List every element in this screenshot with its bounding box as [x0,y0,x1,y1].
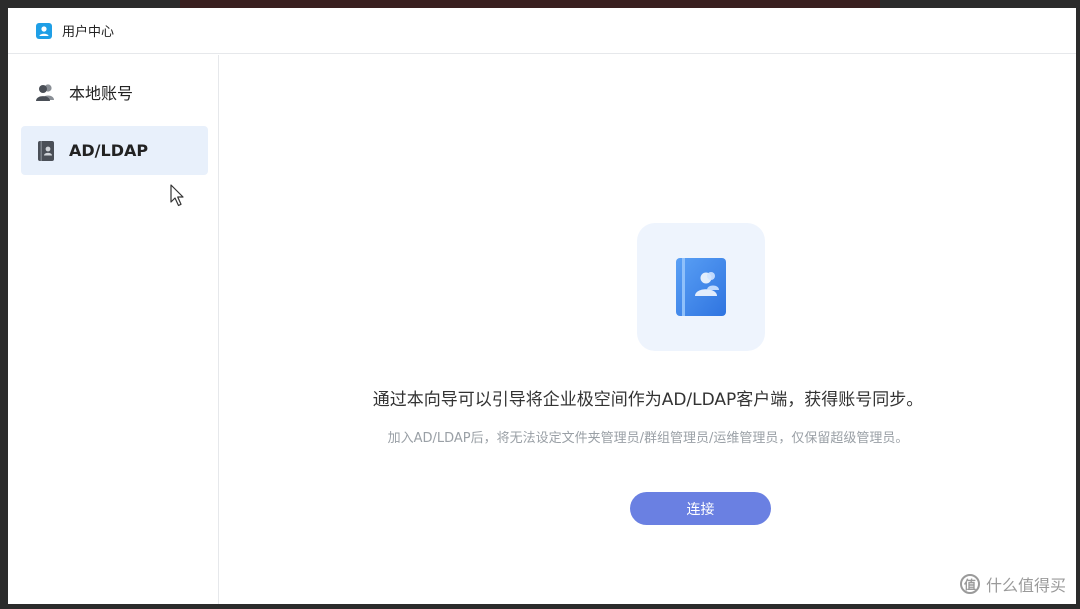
sidebar-item-label: 本地账号 [69,83,134,103]
user-center-icon [36,22,52,39]
watermark: 值 什么值得买 [959,572,1066,596]
ad-ldap-description: 通过本向导可以引导将企业极空间作为AD/LDAP客户端，获得账号同步。 [372,390,924,410]
sidebar-item-label: AD/LDAP [69,141,149,160]
sidebar: 本地账号 AD/LDAP [8,55,219,604]
mouse-pointer-icon [170,184,184,207]
sidebar-item-local-accounts[interactable]: 本地账号 [21,67,208,116]
watermark-text: 什么值得买 [985,576,1066,595]
watermark-badge-icon: 值 [959,574,980,594]
ad-ldap-illustration [637,223,765,351]
main-panel: 通过本向导可以引导将企业极空间作为AD/LDAP客户端，获得账号同步。 加入AD… [220,55,1076,604]
title-bar: 用户中心 [8,8,1076,54]
user-center-window: 用户中心 本地账号 AD/LDAP 通过本向导可以引导将企业极空间作为AD/LD… [8,8,1076,604]
sidebar-item-ad-ldap[interactable]: AD/LDAP [21,126,208,175]
window-title: 用户中心 [62,25,115,40]
address-book-icon [35,140,57,162]
users-icon [35,81,57,103]
ad-ldap-note: 加入AD/LDAP后，将无法设定文件夹管理员/群组管理员/运维管理员，仅保留超级… [387,431,909,446]
background-strip [180,0,880,8]
connect-button[interactable]: 连接 [630,492,771,525]
address-book-icon [676,258,726,316]
